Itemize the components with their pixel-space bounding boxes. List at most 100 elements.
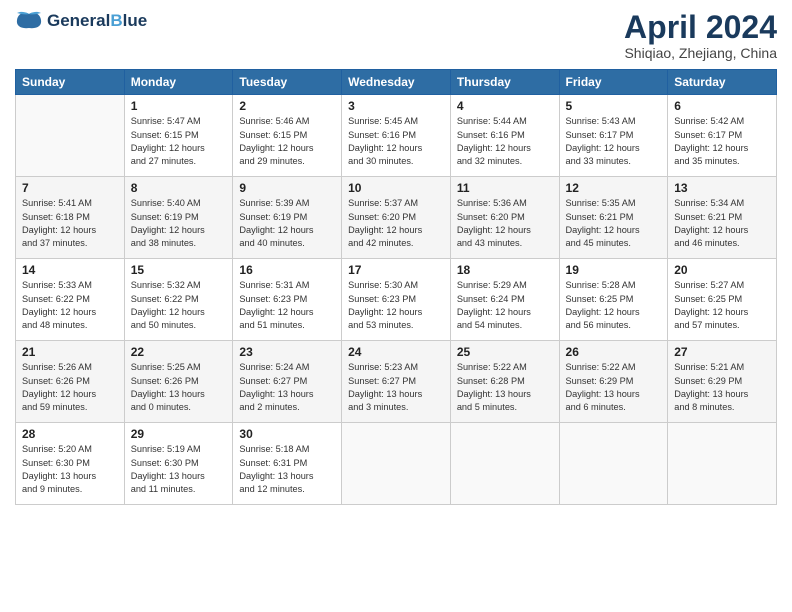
day-info: Sunrise: 5:29 AMSunset: 6:24 PMDaylight:… — [457, 279, 553, 332]
calendar-weekday-thursday: Thursday — [450, 70, 559, 95]
day-info: Sunrise: 5:40 AMSunset: 6:19 PMDaylight:… — [131, 197, 227, 250]
calendar-cell: 8Sunrise: 5:40 AMSunset: 6:19 PMDaylight… — [124, 177, 233, 259]
day-info: Sunrise: 5:30 AMSunset: 6:23 PMDaylight:… — [348, 279, 444, 332]
calendar-cell: 14Sunrise: 5:33 AMSunset: 6:22 PMDayligh… — [16, 259, 125, 341]
calendar-cell: 24 Sunrise: 5:23 AMSunset: 6:27 PMDayligh… — [342, 341, 451, 423]
day-info: Sunrise: 5:23 AMSunset: 6:27 PMDaylight:… — [348, 361, 444, 414]
day-number: 19 — [566, 263, 662, 277]
day-info: Sunrise: 5:34 AMSunset: 6:21 PMDaylight:… — [674, 197, 770, 250]
calendar-cell: 21 Sunrise: 5:26 AMSunset: 6:26 PMDayligh… — [16, 341, 125, 423]
calendar-week-row: 14Sunrise: 5:33 AMSunset: 6:22 PMDayligh… — [16, 259, 777, 341]
day-number: 12 — [566, 181, 662, 195]
day-number: 28 — [22, 427, 118, 441]
calendar-week-row: 7 Sunrise: 5:41 AMSunset: 6:18 PMDaylight… — [16, 177, 777, 259]
day-number: 16 — [239, 263, 335, 277]
calendar-cell: 19 Sunrise: 5:28 AMSunset: 6:25 PMDayligh… — [559, 259, 668, 341]
day-info: Sunrise: 5:18 AMSunset: 6:31 PMDaylight:… — [239, 443, 335, 496]
day-number: 2 — [239, 99, 335, 113]
calendar-cell: 4 Sunrise: 5:44 AMSunset: 6:16 PMDaylight… — [450, 95, 559, 177]
logo: GeneralBlue — [15, 10, 147, 32]
logo-line1: General — [47, 11, 110, 30]
title-block: April 2024 Shiqiao, Zhejiang, China — [624, 10, 777, 61]
day-number: 17 — [348, 263, 444, 277]
calendar-week-row: 1 Sunrise: 5:47 AMSunset: 6:15 PMDaylight… — [16, 95, 777, 177]
day-info: Sunrise: 5:19 AMSunset: 6:30 PMDaylight:… — [131, 443, 227, 496]
day-info: Sunrise: 5:26 AMSunset: 6:26 PMDaylight:… — [22, 361, 118, 414]
day-info: Sunrise: 5:33 AMSunset: 6:22 PMDaylight:… — [22, 279, 118, 332]
calendar-cell — [450, 423, 559, 505]
calendar-cell: 3 Sunrise: 5:45 AMSunset: 6:16 PMDaylight… — [342, 95, 451, 177]
calendar-cell: 18 Sunrise: 5:29 AMSunset: 6:24 PMDayligh… — [450, 259, 559, 341]
day-info: Sunrise: 5:32 AMSunset: 6:22 PMDaylight:… — [131, 279, 227, 332]
day-number: 7 — [22, 181, 118, 195]
day-info: Sunrise: 5:44 AMSunset: 6:16 PMDaylight:… — [457, 115, 553, 168]
calendar-cell: 20 Sunrise: 5:27 AMSunset: 6:25 PMDayligh… — [668, 259, 777, 341]
day-number: 11 — [457, 181, 553, 195]
calendar-cell: 23Sunrise: 5:24 AMSunset: 6:27 PMDayligh… — [233, 341, 342, 423]
day-info: Sunrise: 5:39 AMSunset: 6:19 PMDaylight:… — [239, 197, 335, 250]
calendar-cell: 27 Sunrise: 5:21 AMSunset: 6:29 PMDayligh… — [668, 341, 777, 423]
day-info: Sunrise: 5:27 AMSunset: 6:25 PMDaylight:… — [674, 279, 770, 332]
calendar-week-row: 21 Sunrise: 5:26 AMSunset: 6:26 PMDayligh… — [16, 341, 777, 423]
day-number: 18 — [457, 263, 553, 277]
day-number: 4 — [457, 99, 553, 113]
calendar-cell: 5 Sunrise: 5:43 AMSunset: 6:17 PMDaylight… — [559, 95, 668, 177]
day-number: 30 — [239, 427, 335, 441]
day-number: 1 — [131, 99, 227, 113]
day-info: Sunrise: 5:42 AMSunset: 6:17 PMDaylight:… — [674, 115, 770, 168]
day-info: Sunrise: 5:28 AMSunset: 6:25 PMDaylight:… — [566, 279, 662, 332]
day-info: Sunrise: 5:20 AMSunset: 6:30 PMDaylight:… — [22, 443, 118, 496]
calendar-cell — [668, 423, 777, 505]
day-info: Sunrise: 5:47 AMSunset: 6:15 PMDaylight:… — [131, 115, 227, 168]
day-number: 9 — [239, 181, 335, 195]
calendar-cell: 2Sunrise: 5:46 AMSunset: 6:15 PMDaylight… — [233, 95, 342, 177]
day-number: 25 — [457, 345, 553, 359]
calendar-cell: 15 Sunrise: 5:32 AMSunset: 6:22 PMDayligh… — [124, 259, 233, 341]
day-number: 27 — [674, 345, 770, 359]
day-number: 26 — [566, 345, 662, 359]
calendar-cell: 29 Sunrise: 5:19 AMSunset: 6:30 PMDayligh… — [124, 423, 233, 505]
calendar-cell: 7 Sunrise: 5:41 AMSunset: 6:18 PMDaylight… — [16, 177, 125, 259]
calendar: SundayMondayTuesdayWednesdayThursdayFrid… — [15, 69, 777, 505]
day-number: 6 — [674, 99, 770, 113]
day-number: 5 — [566, 99, 662, 113]
calendar-cell — [342, 423, 451, 505]
day-number: 29 — [131, 427, 227, 441]
calendar-week-row: 28 Sunrise: 5:20 AMSunset: 6:30 PMDayligh… — [16, 423, 777, 505]
logo-bird-icon — [15, 10, 43, 32]
day-info: Sunrise: 5:43 AMSunset: 6:17 PMDaylight:… — [566, 115, 662, 168]
calendar-cell: 17 Sunrise: 5:30 AMSunset: 6:23 PMDayligh… — [342, 259, 451, 341]
day-number: 22 — [131, 345, 227, 359]
calendar-weekday-friday: Friday — [559, 70, 668, 95]
day-number: 24 — [348, 345, 444, 359]
calendar-weekday-tuesday: Tuesday — [233, 70, 342, 95]
day-info: Sunrise: 5:45 AMSunset: 6:16 PMDaylight:… — [348, 115, 444, 168]
day-number: 21 — [22, 345, 118, 359]
subtitle: Shiqiao, Zhejiang, China — [624, 45, 777, 61]
calendar-cell: 26Sunrise: 5:22 AMSunset: 6:29 PMDayligh… — [559, 341, 668, 423]
day-number: 20 — [674, 263, 770, 277]
day-info: Sunrise: 5:22 AMSunset: 6:28 PMDaylight:… — [457, 361, 553, 414]
day-number: 13 — [674, 181, 770, 195]
day-info: Sunrise: 5:21 AMSunset: 6:29 PMDaylight:… — [674, 361, 770, 414]
calendar-cell — [16, 95, 125, 177]
calendar-weekday-saturday: Saturday — [668, 70, 777, 95]
day-number: 23 — [239, 345, 335, 359]
day-info: Sunrise: 5:35 AMSunset: 6:21 PMDaylight:… — [566, 197, 662, 250]
calendar-cell: 11Sunrise: 5:36 AMSunset: 6:20 PMDayligh… — [450, 177, 559, 259]
day-number: 15 — [131, 263, 227, 277]
calendar-cell: 16 Sunrise: 5:31 AMSunset: 6:23 PMDayligh… — [233, 259, 342, 341]
calendar-weekday-monday: Monday — [124, 70, 233, 95]
calendar-cell: 13 Sunrise: 5:34 AMSunset: 6:21 PMDayligh… — [668, 177, 777, 259]
main-title: April 2024 — [624, 10, 777, 45]
calendar-cell: 12 Sunrise: 5:35 AMSunset: 6:21 PMDayligh… — [559, 177, 668, 259]
day-info: Sunrise: 5:41 AMSunset: 6:18 PMDaylight:… — [22, 197, 118, 250]
calendar-cell — [559, 423, 668, 505]
logo-line2: lue — [123, 11, 148, 30]
calendar-cell: 28 Sunrise: 5:20 AMSunset: 6:30 PMDayligh… — [16, 423, 125, 505]
day-number: 3 — [348, 99, 444, 113]
calendar-header-row: SundayMondayTuesdayWednesdayThursdayFrid… — [16, 70, 777, 95]
page: GeneralBlue April 2024 Shiqiao, Zhejiang… — [0, 0, 792, 612]
day-info: Sunrise: 5:37 AMSunset: 6:20 PMDaylight:… — [348, 197, 444, 250]
day-info: Sunrise: 5:31 AMSunset: 6:23 PMDaylight:… — [239, 279, 335, 332]
